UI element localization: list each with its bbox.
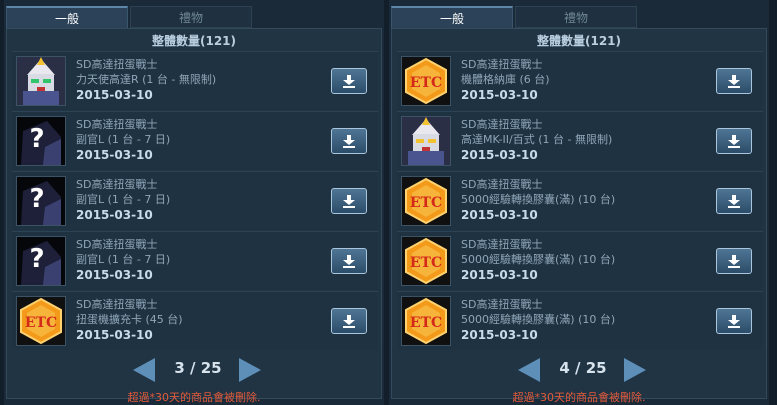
- item-title: SD高達扭蛋戰士: [76, 178, 158, 191]
- download-icon: [728, 195, 740, 208]
- list-item: ? SD高達扭蛋戰士 副官L (1 台 - 7 日) 2015-03-10: [12, 111, 378, 170]
- item-name: 副官L (1 台 - 7 日): [76, 193, 171, 206]
- download-button[interactable]: [331, 128, 367, 154]
- item-date: 2015-03-10: [461, 148, 538, 162]
- download-icon: [343, 135, 355, 148]
- item-date: 2015-03-10: [76, 88, 153, 102]
- item-list-box: 整體數量(121) ETC SD高達扭蛋戰士 機體格納庫 (6 台) 2015-…: [391, 28, 767, 399]
- item-date: 2015-03-10: [461, 208, 538, 222]
- etc-icon: ETC: [401, 176, 451, 226]
- item-date: 2015-03-10: [76, 208, 153, 222]
- download-button[interactable]: [331, 248, 367, 274]
- svg-text:?: ?: [29, 124, 44, 154]
- download-icon: [728, 315, 740, 328]
- download-button[interactable]: [716, 308, 752, 334]
- gundam-icon: [16, 56, 66, 106]
- download-icon: [343, 255, 355, 268]
- next-page-arrow-icon[interactable]: [624, 358, 646, 382]
- item-name: 5000經驗轉換膠囊(滿) (10 台): [461, 313, 616, 326]
- item-title: SD高達扭蛋戰士: [461, 298, 543, 311]
- list-item: SD高達扭蛋戰士 力天使高達R (1 台 - 無限制) 2015-03-10: [12, 51, 378, 110]
- etc-icon: ETC: [401, 296, 451, 346]
- download-icon: [728, 255, 740, 268]
- item-name: 力天使高達R (1 台 - 無限制): [76, 73, 217, 86]
- list-item: SD高達扭蛋戰士 高達MK-II/百式 (1 台 - 無限制) 2015-03-…: [397, 111, 763, 170]
- item-title: SD高達扭蛋戰士: [76, 238, 158, 251]
- download-icon: [343, 195, 355, 208]
- item-date: 2015-03-10: [461, 328, 538, 342]
- svg-text:ETC: ETC: [410, 195, 442, 211]
- pagination: 3 / 25: [7, 356, 381, 384]
- list-item: ? SD高達扭蛋戰士 副官L (1 台 - 7 日) 2015-03-10: [12, 231, 378, 290]
- svg-text:ETC: ETC: [410, 255, 442, 271]
- item-title: SD高達扭蛋戰士: [76, 118, 158, 131]
- item-name: 5000經驗轉換膠囊(滿) (10 台): [461, 253, 616, 266]
- item-name: 高達MK-II/百式 (1 台 - 無限制): [461, 133, 613, 146]
- svg-text:?: ?: [29, 244, 44, 274]
- item-date: 2015-03-10: [461, 268, 538, 282]
- prev-page-arrow-icon[interactable]: [133, 358, 155, 382]
- etc-icon: ETC: [16, 296, 66, 346]
- item-date: 2015-03-10: [76, 148, 153, 162]
- download-button[interactable]: [331, 308, 367, 334]
- item-title: SD高達扭蛋戰士: [76, 58, 158, 71]
- download-icon: [728, 135, 740, 148]
- svg-text:ETC: ETC: [410, 75, 442, 91]
- download-button[interactable]: [716, 128, 752, 154]
- tab-general[interactable]: 一般: [391, 6, 513, 28]
- page-indicator: 3 / 25: [174, 359, 222, 377]
- item-date: 2015-03-10: [461, 88, 538, 102]
- etc-icon: ETC: [401, 236, 451, 286]
- svg-text:ETC: ETC: [410, 315, 442, 331]
- gundam-icon: [401, 116, 451, 166]
- item-date: 2015-03-10: [76, 328, 153, 342]
- download-button[interactable]: [331, 68, 367, 94]
- download-button[interactable]: [716, 68, 752, 94]
- list-item: ? SD高達扭蛋戰士 副官L (1 台 - 7 日) 2015-03-10: [12, 171, 378, 230]
- download-icon: [343, 75, 355, 88]
- total-count-header: 整體數量(121): [151, 34, 237, 48]
- download-button[interactable]: [716, 248, 752, 274]
- mystery-icon: ?: [16, 236, 66, 286]
- item-title: SD高達扭蛋戰士: [461, 58, 543, 71]
- item-list-box: 整體數量(121) SD高達扭蛋戰士 力天使高達R (1 台 - 無限制) 20…: [6, 28, 382, 399]
- pagination: 4 / 25: [392, 356, 766, 384]
- list-item: ETC SD高達扭蛋戰士 5000經驗轉換膠囊(滿) (10 台) 2015-0…: [397, 291, 763, 350]
- download-button[interactable]: [331, 188, 367, 214]
- item-title: SD高達扭蛋戰士: [461, 238, 543, 251]
- etc-icon: ETC: [401, 56, 451, 106]
- expiry-notice: 超過*30天的商品會被刪除.: [512, 391, 646, 404]
- page-indicator: 4 / 25: [559, 359, 607, 377]
- item-title: SD高達扭蛋戰士: [461, 118, 543, 131]
- svg-text:ETC: ETC: [25, 315, 57, 331]
- total-count-header: 整體數量(121): [536, 34, 622, 48]
- tab-general[interactable]: 一般: [6, 6, 128, 28]
- inventory-panel-left: 一般 禮物 整體數量(121) SD高達扭蛋戰士 力天使高達R (1 台 - 無…: [4, 0, 384, 405]
- list-item: ETC SD高達扭蛋戰士 5000經驗轉換膠囊(滿) (10 台) 2015-0…: [397, 171, 763, 230]
- download-button[interactable]: [716, 188, 752, 214]
- list-item: ETC SD高達扭蛋戰士 扭蛋機擴充卡 (45 台) 2015-03-10: [12, 291, 378, 350]
- svg-text:?: ?: [29, 184, 44, 214]
- mystery-icon: ?: [16, 116, 66, 166]
- item-title: SD高達扭蛋戰士: [461, 178, 543, 191]
- item-title: SD高達扭蛋戰士: [76, 298, 158, 311]
- item-name: 扭蛋機擴充卡 (45 台): [76, 313, 183, 326]
- expiry-notice: 超過*30天的商品會被刪除.: [127, 391, 261, 404]
- mystery-icon: ?: [16, 176, 66, 226]
- item-date: 2015-03-10: [76, 268, 153, 282]
- item-name: 副官L (1 台 - 7 日): [76, 253, 171, 266]
- item-name: 機體格納庫 (6 台): [461, 73, 550, 86]
- prev-page-arrow-icon[interactable]: [518, 358, 540, 382]
- download-icon: [343, 315, 355, 328]
- download-icon: [728, 75, 740, 88]
- tab-gift[interactable]: 禮物: [130, 6, 252, 28]
- item-name: 副官L (1 台 - 7 日): [76, 133, 171, 146]
- list-item: ETC SD高達扭蛋戰士 5000經驗轉換膠囊(滿) (10 台) 2015-0…: [397, 231, 763, 290]
- item-name: 5000經驗轉換膠囊(滿) (10 台): [461, 193, 616, 206]
- inventory-panel-right: 一般 禮物 整體數量(121) ETC SD高達扭蛋戰士 機體格納庫 (6 台)…: [389, 0, 769, 405]
- next-page-arrow-icon[interactable]: [239, 358, 261, 382]
- list-item: ETC SD高達扭蛋戰士 機體格納庫 (6 台) 2015-03-10: [397, 51, 763, 110]
- tab-gift[interactable]: 禮物: [515, 6, 637, 28]
